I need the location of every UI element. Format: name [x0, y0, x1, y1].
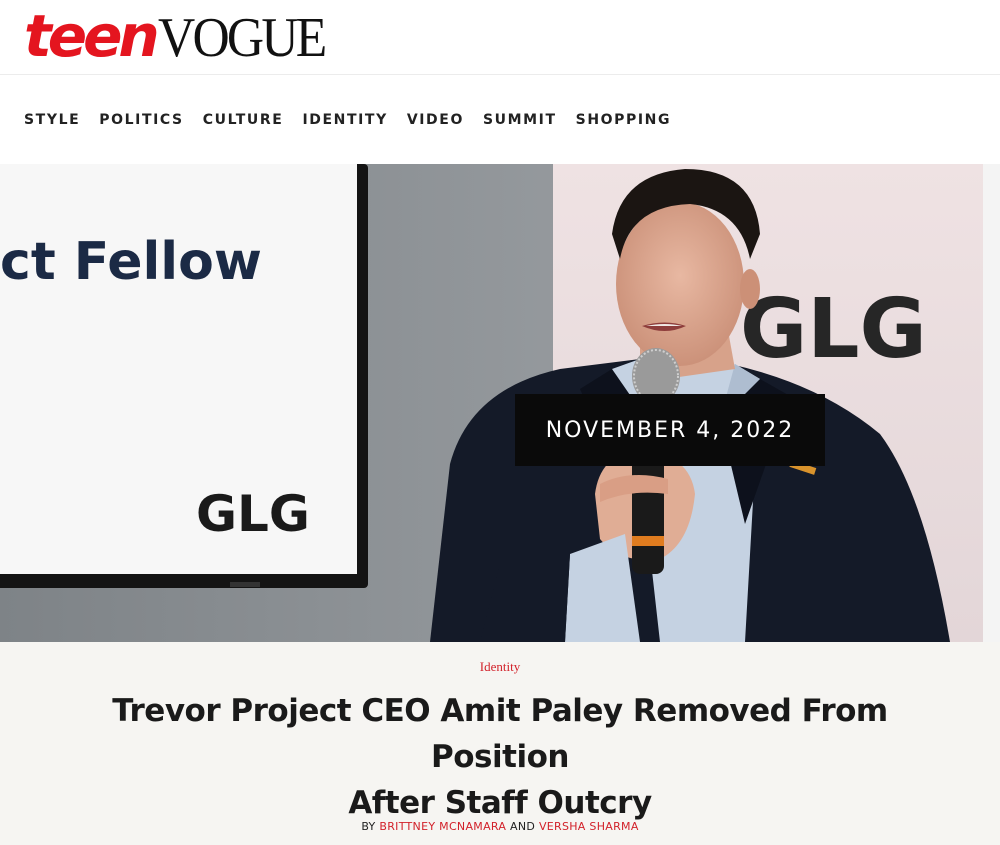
- nav-item-identity[interactable]: IDENTITY: [302, 112, 387, 128]
- hero-illustration: GLG ct Fellow GLG: [0, 164, 1000, 642]
- backdrop-logo-text: GLG: [740, 282, 927, 377]
- nav-item-politics[interactable]: POLITICS: [99, 112, 183, 128]
- nav-item-culture[interactable]: CULTURE: [203, 112, 284, 128]
- byline-and: AND: [510, 820, 536, 833]
- byline-prefix: BY: [361, 820, 376, 833]
- site-header: teen VOGUE: [0, 0, 1000, 75]
- screen-headline-text: ct Fellow: [0, 232, 262, 292]
- publish-date-badge: NOVEMBER 4, 2022: [515, 394, 825, 466]
- nav-item-video[interactable]: VIDEO: [407, 112, 464, 128]
- headline-line-2: After Staff Outcry: [348, 785, 652, 821]
- teen-vogue-logo[interactable]: teen VOGUE: [24, 2, 339, 70]
- article-rubric-link[interactable]: Identity: [0, 659, 1000, 675]
- article-headline: Trevor Project CEO Amit Paley Removed Fr…: [40, 688, 960, 826]
- logo-vogue-text: VOGUE: [157, 7, 327, 69]
- article-header: Identity Trevor Project CEO Amit Paley R…: [0, 642, 1000, 845]
- author-link-versha-sharma[interactable]: VERSHA SHARMA: [539, 820, 639, 833]
- hero-image: GLG ct Fellow GLG NOVEMBER 4, 2022: [0, 164, 1000, 642]
- nav-item-style[interactable]: STYLE: [24, 112, 80, 128]
- nav-item-summit[interactable]: SUMMIT: [483, 112, 557, 128]
- main-nav: STYLE POLITICS CULTURE IDENTITY VIDEO SU…: [0, 75, 1000, 163]
- author-link-brittney-mcnamara[interactable]: BRITTNEY MCNAMARA: [379, 820, 506, 833]
- screen-logo-text: GLG: [196, 485, 310, 543]
- logo-teen-text: teen: [24, 2, 160, 70]
- article-byline: BY BRITTNEY MCNAMARA AND VERSHA SHARMA: [0, 820, 1000, 833]
- headline-line-1: Trevor Project CEO Amit Paley Removed Fr…: [112, 693, 888, 775]
- nav-item-shopping[interactable]: SHOPPING: [576, 112, 671, 128]
